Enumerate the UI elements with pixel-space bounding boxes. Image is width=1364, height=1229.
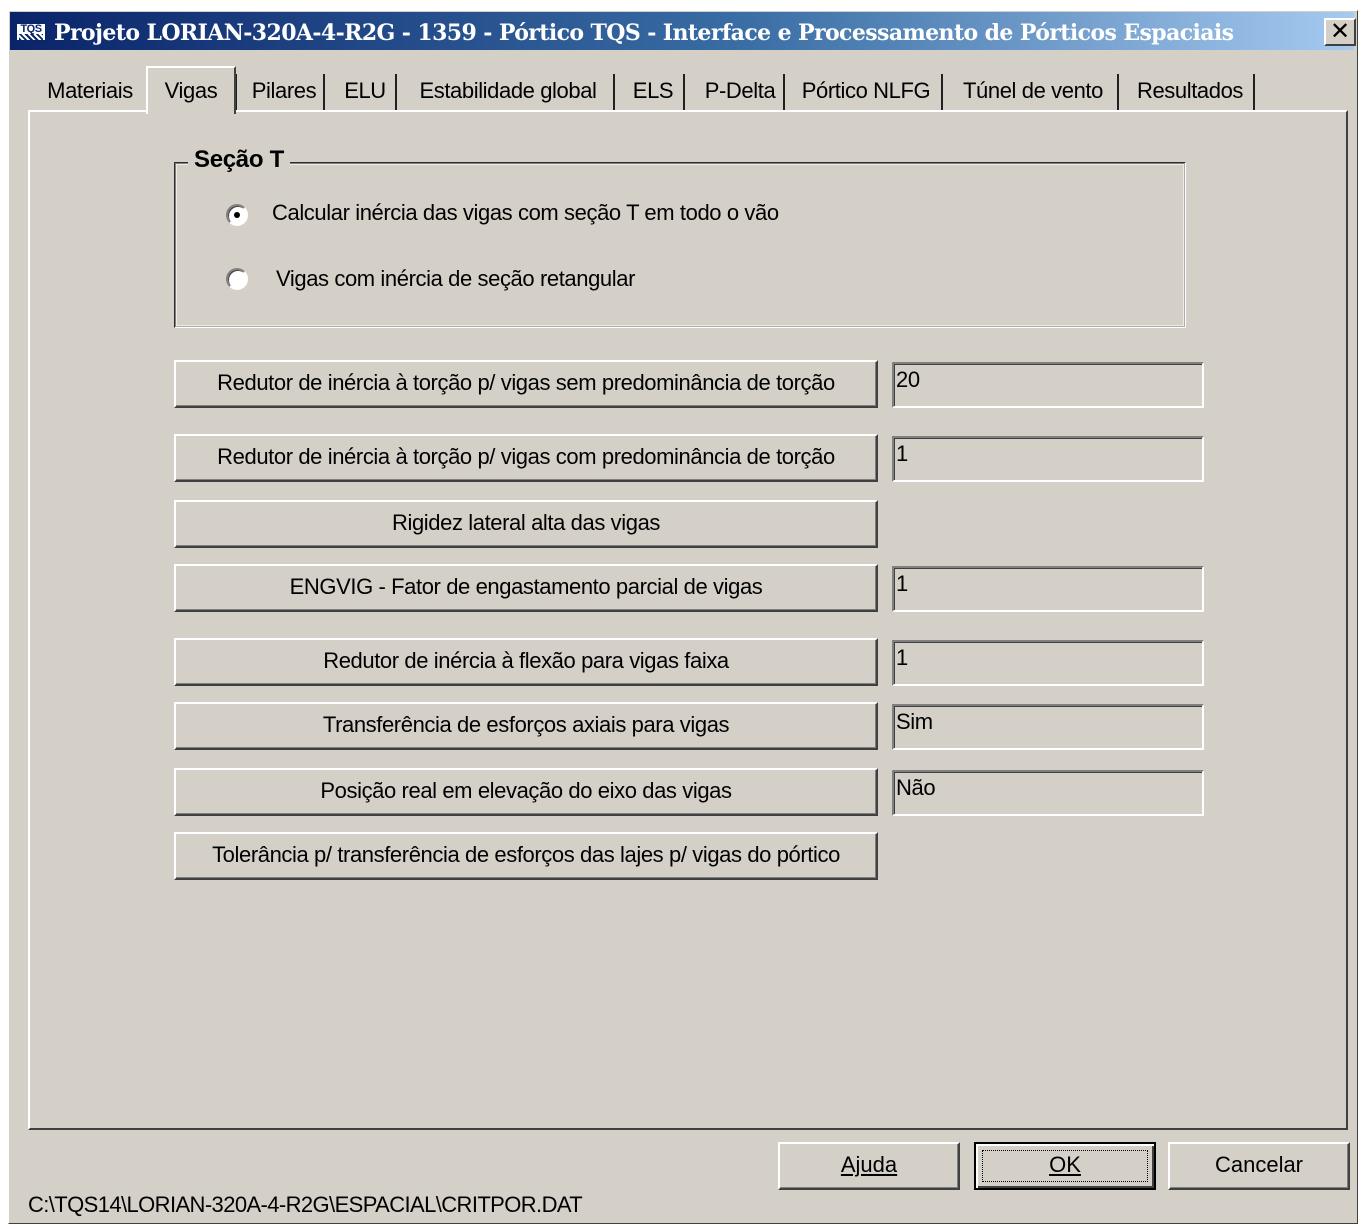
logo-text: TQS xyxy=(20,23,42,35)
tab-tunel-de-vento[interactable]: Túnel de vento xyxy=(950,68,1116,112)
field-posicao-real-elevacao[interactable]: Não xyxy=(892,770,1204,816)
field-transferencia-esforcos-axiais[interactable]: Sim xyxy=(892,704,1204,750)
close-icon[interactable]: ✕ xyxy=(1324,18,1356,46)
file-path: C:\TQS14\LORIAN-320A-4-R2G\ESPACIAL\CRIT… xyxy=(28,1192,583,1217)
btn-engvig[interactable]: ENGVIG - Fator de engastamento parcial d… xyxy=(174,564,878,612)
radio-selected-dot-icon xyxy=(234,212,240,218)
secao-t-groupbox xyxy=(174,162,1186,328)
tab-resultados[interactable]: Resultados xyxy=(1128,68,1252,112)
tab-divider xyxy=(940,74,943,112)
radio-secao-retangular[interactable] xyxy=(226,268,248,290)
field-redutor-torcao-sem-predominancia[interactable]: 20 xyxy=(892,362,1204,408)
btn-tolerancia-transferencia-lajes[interactable]: Tolerância p/ transferência de esforços … xyxy=(174,832,878,880)
btn-posicao-real-elevacao[interactable]: Posição real em elevação do eixo das vig… xyxy=(174,768,878,816)
tab-p-delta[interactable]: P-Delta xyxy=(694,68,786,112)
btn-transferencia-esforcos-axiais[interactable]: Transferência de esforços axiais para vi… xyxy=(174,702,878,750)
tab-divider xyxy=(322,74,325,112)
help-button[interactable]: Ajuda xyxy=(778,1142,960,1190)
tab-els[interactable]: ELS xyxy=(622,68,684,112)
tab-portico-nlfg[interactable]: Pórtico NLFG xyxy=(792,68,940,112)
field-engvig[interactable]: 1 xyxy=(892,566,1204,612)
radio-secao-t-todo-vao[interactable] xyxy=(226,204,248,226)
btn-redutor-flexao-vigas-faixa[interactable]: Redutor de inércia à flexão para vigas f… xyxy=(174,638,878,686)
window-title: Projeto LORIAN-320A-4-R2G - 1359 - Pórti… xyxy=(54,20,1234,46)
tqs-logo-icon: TQS xyxy=(16,23,46,41)
tab-elu[interactable]: ELU xyxy=(334,68,396,112)
btn-redutor-torcao-sem-predominancia[interactable]: Redutor de inércia à torção p/ vigas sem… xyxy=(174,360,878,408)
tab-divider xyxy=(682,74,685,112)
btn-rigidez-lateral-alta[interactable]: Rigidez lateral alta das vigas xyxy=(174,500,878,548)
tab-vigas[interactable]: Vigas xyxy=(146,66,236,114)
tab-divider xyxy=(782,74,785,112)
tab-divider xyxy=(612,74,615,112)
cancel-button[interactable]: Cancelar xyxy=(1168,1142,1350,1190)
tab-divider xyxy=(1252,74,1255,112)
ok-button[interactable]: OK xyxy=(974,1142,1156,1190)
radio-label-secao-t[interactable]: Calcular inércia das vigas com seção T e… xyxy=(272,200,779,226)
btn-redutor-torcao-com-predominancia[interactable]: Redutor de inércia à torção p/ vigas com… xyxy=(174,434,878,482)
tab-estabilidade-global[interactable]: Estabilidade global xyxy=(406,68,610,112)
tab-materiais[interactable]: Materiais xyxy=(40,68,140,112)
field-redutor-torcao-com-predominancia[interactable]: 1 xyxy=(892,436,1204,482)
tab-divider xyxy=(1116,74,1119,112)
radio-label-secao-retangular[interactable]: Vigas com inércia de seção retangular xyxy=(276,266,635,292)
tab-divider xyxy=(394,74,397,112)
title-bar[interactable]: TQS Projeto LORIAN-320A-4-R2G - 1359 - P… xyxy=(10,12,1356,50)
field-redutor-flexao-vigas-faixa[interactable]: 1 xyxy=(892,640,1204,686)
tab-pilares[interactable]: Pilares xyxy=(244,68,324,112)
secao-t-title: Seção T xyxy=(188,146,290,174)
